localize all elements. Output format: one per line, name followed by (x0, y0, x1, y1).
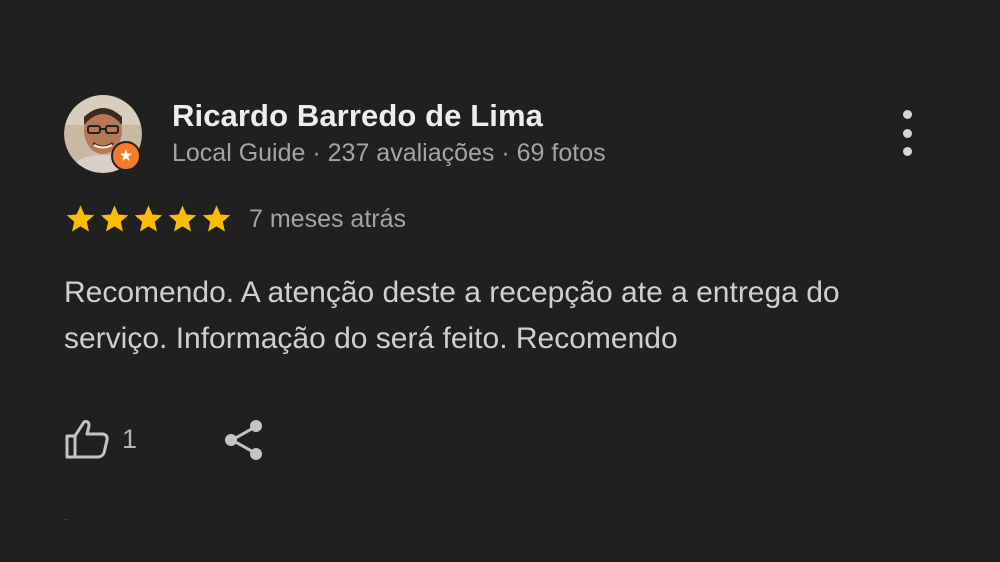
review-text: Recomendo. A atenção deste a recepção at… (64, 276, 840, 355)
star-icon (66, 205, 95, 232)
share-button[interactable] (222, 418, 266, 462)
avatar[interactable] (64, 95, 142, 173)
review-time: 7 meses atrás (249, 205, 407, 233)
reviewer-name[interactable]: Ricardo Barredo de Lima (172, 98, 543, 134)
star-icon (100, 205, 129, 232)
share-icon (225, 420, 262, 460)
like-button[interactable]: 1 (64, 416, 137, 462)
review-card: Ricardo Barredo de Lima Local Guide · 23… (0, 0, 1000, 562)
local-guide-badge-icon (111, 141, 141, 171)
reviewer-meta: Local Guide · 237 avaliações · 69 fotos (172, 139, 606, 167)
more-vert-icon-dot (902, 147, 912, 156)
more-options-button[interactable] (890, 110, 924, 156)
thumbs-up-icon (65, 420, 109, 459)
more-vert-icon-dot (902, 110, 912, 119)
like-count: 1 (122, 423, 138, 454)
star-rating (64, 203, 233, 235)
star-icon (168, 205, 197, 232)
more-vert-icon-dot (902, 128, 912, 138)
star-icon (134, 205, 163, 232)
divider (63, 519, 68, 520)
star-icon (202, 205, 231, 232)
